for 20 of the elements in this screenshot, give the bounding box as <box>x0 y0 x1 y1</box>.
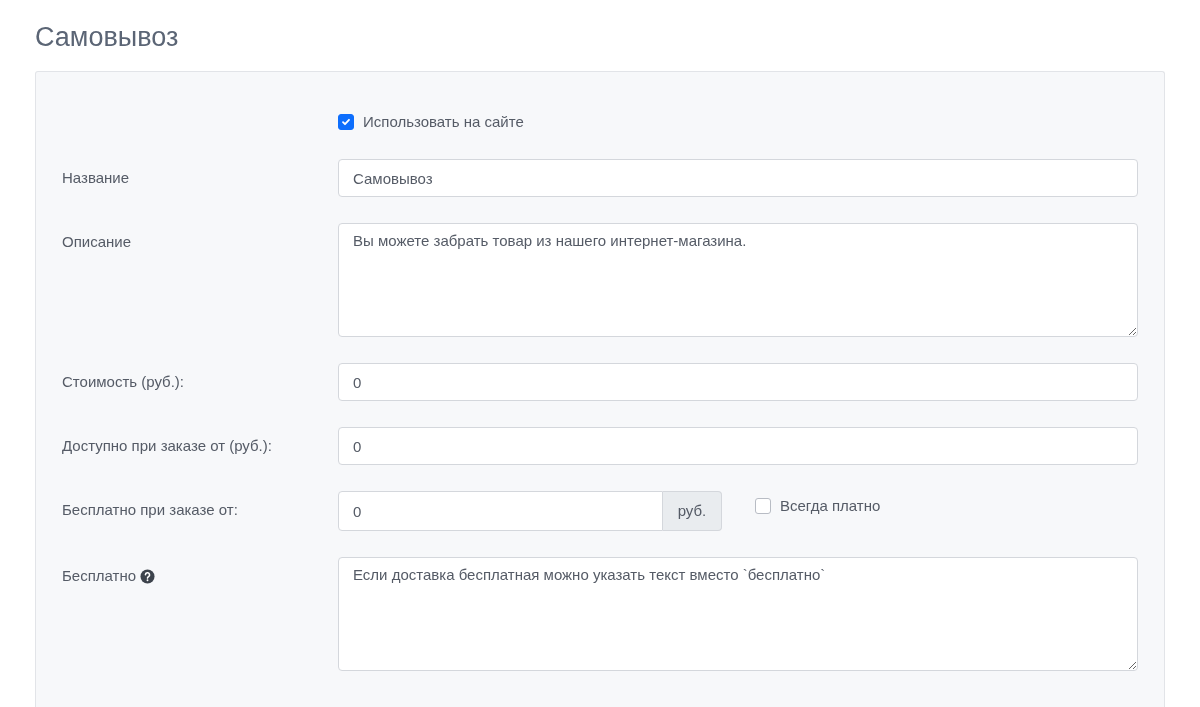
checkbox-label: Всегда платно <box>780 496 881 516</box>
text-area[interactable]: Если доставка бесплатная можно указать текст вместо `бесплатно` <box>338 557 1138 671</box>
help-icon[interactable] <box>140 568 156 584</box>
field-label: Стоимость (руб.): <box>62 372 185 392</box>
field-label: Доступно при заказе от (руб.): <box>62 436 272 456</box>
text-field[interactable]: 0 <box>338 491 663 531</box>
page-title: Самовывоз <box>35 21 180 54</box>
text-area[interactable]: Вы можете забрать товар из нашего интернет-магазина. <box>338 223 1138 337</box>
checkbox-label: Использовать на сайте <box>363 111 524 132</box>
field-label: Название <box>62 168 130 188</box>
checkbox[interactable] <box>755 498 771 515</box>
field-label: Бесплатно <box>62 566 137 586</box>
text-field[interactable]: 0 <box>338 363 1138 401</box>
check-icon <box>341 117 351 127</box>
checkbox[interactable] <box>338 114 354 130</box>
unit-addon: руб. <box>663 491 722 531</box>
text-field[interactable]: Самовывоз <box>338 159 1138 197</box>
field-label: Описание <box>62 232 132 252</box>
field-label: Бесплатно при заказе от: <box>62 500 238 520</box>
text-field[interactable]: 0 <box>338 427 1138 465</box>
